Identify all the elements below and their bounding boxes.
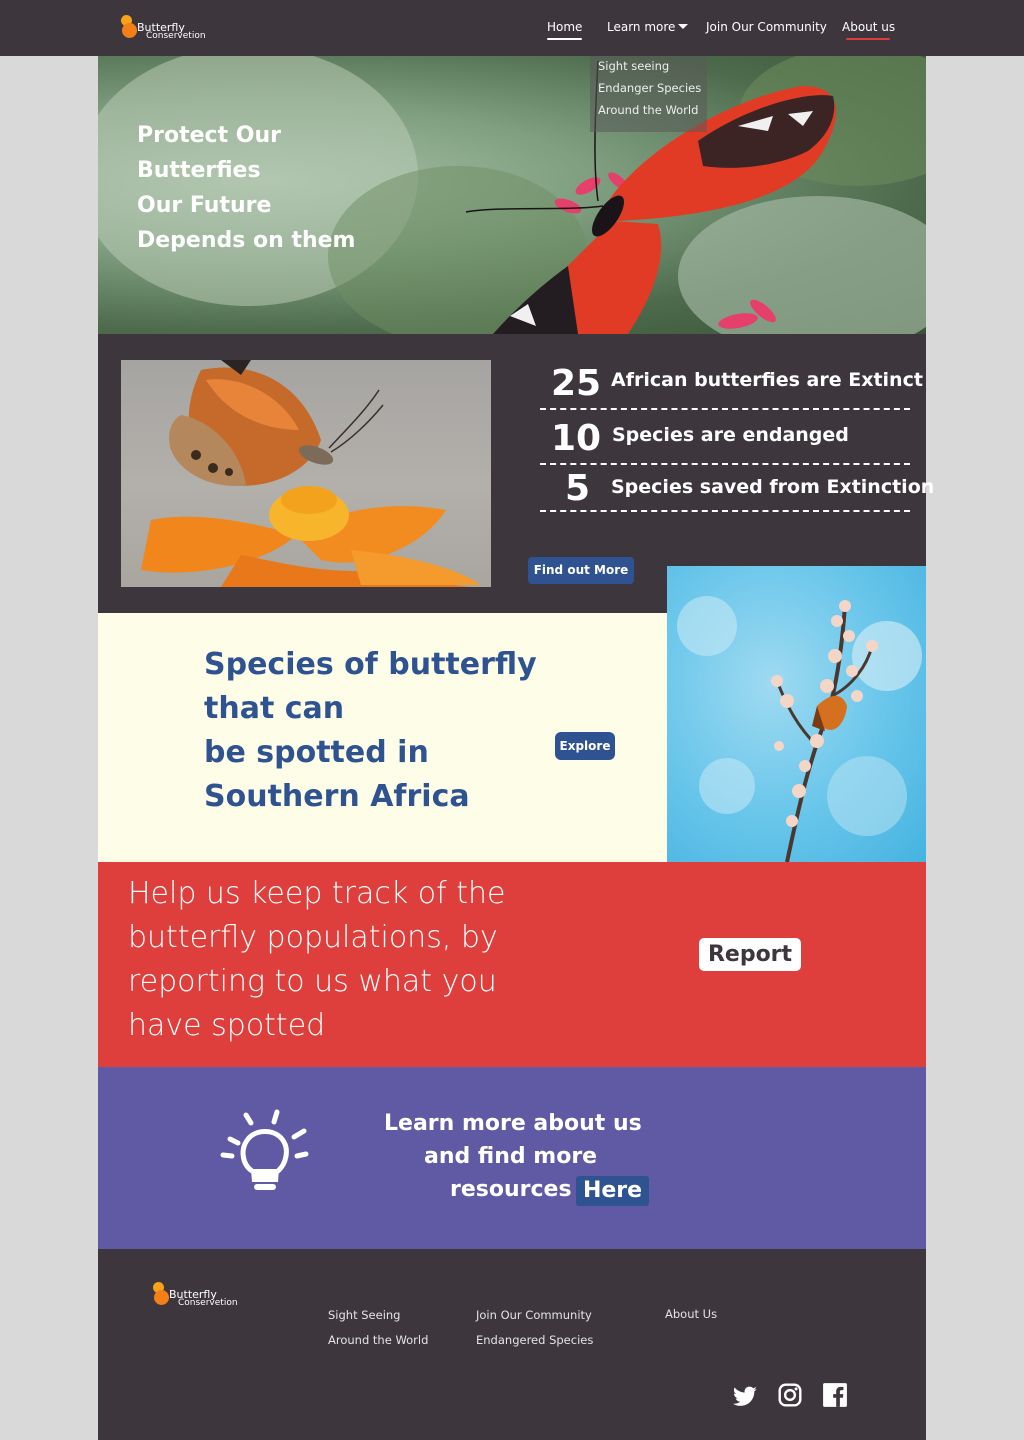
hero-line-4: Depends on them xyxy=(137,228,356,253)
facebook-icon[interactable] xyxy=(822,1382,848,1408)
learn-line-2: and find more xyxy=(424,1144,598,1169)
footer-logo-dot-large xyxy=(154,1290,169,1305)
nav-join-community[interactable]: Join Our Community xyxy=(706,19,827,35)
stat-endangered: 10 Species are endanged xyxy=(540,415,910,465)
learn-line-1: Learn more about us xyxy=(384,1111,642,1136)
hero-line-3: Our Future xyxy=(137,193,272,218)
learn-more-dropdown: Sight seeing Endanger Species Around the… xyxy=(590,56,707,132)
stat-text-extinct: African butterfies are Extinct xyxy=(611,369,923,391)
report-section: Help us keep track of the butterfly popu… xyxy=(98,862,926,1067)
find-out-more-button[interactable]: Find out More xyxy=(528,557,634,584)
brand-line2: Conservetion xyxy=(146,31,206,41)
stat-number-extinct: 25 xyxy=(551,363,602,404)
twitter-icon[interactable] xyxy=(732,1383,758,1409)
nav-learn-more-label: Learn more xyxy=(607,20,676,34)
report-line-3: reporting to us what you xyxy=(128,964,497,999)
footer-link-about[interactable]: About Us xyxy=(665,1307,717,1321)
hero-line-2: Butterfies xyxy=(137,158,261,183)
hero-headline: Protect Our Butterfies Our Future Depend… xyxy=(137,118,355,258)
report-line-4: have spotted xyxy=(128,1008,326,1043)
painted-lady-photo xyxy=(121,360,491,587)
hero-line-1: Protect Our xyxy=(137,123,281,148)
report-line-1: Help us keep track of the xyxy=(128,876,506,911)
species-line-3: be spotted in xyxy=(204,735,429,770)
stat-text-endangered: Species are endanged xyxy=(612,424,849,446)
footer-link-join-community[interactable]: Join Our Community xyxy=(476,1308,592,1322)
page-content: Protect Our Butterfies Our Future Depend… xyxy=(98,56,934,1440)
report-button[interactable]: Report xyxy=(699,938,801,971)
species-headline: Species of butterfly that can be spotted… xyxy=(204,643,537,819)
species-line-4: Southern Africa xyxy=(204,779,470,814)
learn-more-section: Learn more about us and find more resour… xyxy=(98,1067,926,1249)
stat-saved: 5 Species saved from Extinction xyxy=(540,464,934,512)
footer-link-endangered[interactable]: Endangered Species xyxy=(476,1333,593,1347)
footer-link-around-world[interactable]: Around the World xyxy=(328,1333,428,1347)
here-button[interactable]: Here xyxy=(576,1176,649,1206)
stat-extinct: 25 African butterfies are Extinct xyxy=(540,360,923,410)
dropdown-item-sight-seeing[interactable]: Sight seeing xyxy=(598,59,669,73)
species-line-1: Species of butterfly xyxy=(204,647,537,682)
nav-join-label: Join Our Community xyxy=(706,20,827,34)
hero-banner: Protect Our Butterfies Our Future Depend… xyxy=(98,56,926,334)
nav-home[interactable]: Home xyxy=(547,19,583,40)
report-line-2: butterfly populations, by xyxy=(128,920,498,955)
nav-learn-more[interactable]: Learn more xyxy=(607,19,689,35)
chevron-down-icon xyxy=(678,24,689,29)
logo-dot-large xyxy=(122,23,137,38)
brand-logo[interactable]: Butterfly Conservetion xyxy=(119,15,209,41)
stat-number-saved: 5 xyxy=(565,468,591,509)
butterfly-on-flower-image xyxy=(141,360,481,587)
footer: Butterfly Conservetion Sight Seeing Arou… xyxy=(98,1249,926,1440)
footer-link-sight-seeing[interactable]: Sight Seeing xyxy=(328,1308,400,1322)
learn-line-3: resources xyxy=(450,1177,572,1202)
dropdown-item-around-world[interactable]: Around the World xyxy=(598,103,698,117)
nav-home-label: Home xyxy=(547,20,583,34)
top-navbar: Butterfly Conservetion Home Learn more J… xyxy=(0,0,1024,56)
nav-home-underline xyxy=(547,38,583,40)
species-line-2: that can xyxy=(204,691,345,726)
stat-number-endangered: 10 xyxy=(551,418,602,459)
butterfly-on-blossom-image xyxy=(677,596,922,862)
nav-about-underline xyxy=(846,38,891,40)
footer-brand-logo[interactable]: Butterfly Conservetion xyxy=(151,1282,241,1308)
lightbulb-icon xyxy=(220,1109,309,1190)
report-message: Help us keep track of the butterfly popu… xyxy=(128,872,505,1048)
dropdown-item-endanger-species[interactable]: Endanger Species xyxy=(598,81,701,95)
footer-brand-line2: Conservetion xyxy=(178,1298,238,1308)
stat-text-saved: Species saved from Extinction xyxy=(611,476,935,498)
nav-about-us[interactable]: About us xyxy=(842,19,896,40)
blossom-photo xyxy=(667,566,926,862)
nav-about-label: About us xyxy=(842,20,896,34)
species-section: Species of butterfly that can be spotted… xyxy=(98,613,667,862)
explore-button[interactable]: Explore xyxy=(555,732,615,760)
instagram-icon[interactable] xyxy=(777,1382,803,1408)
